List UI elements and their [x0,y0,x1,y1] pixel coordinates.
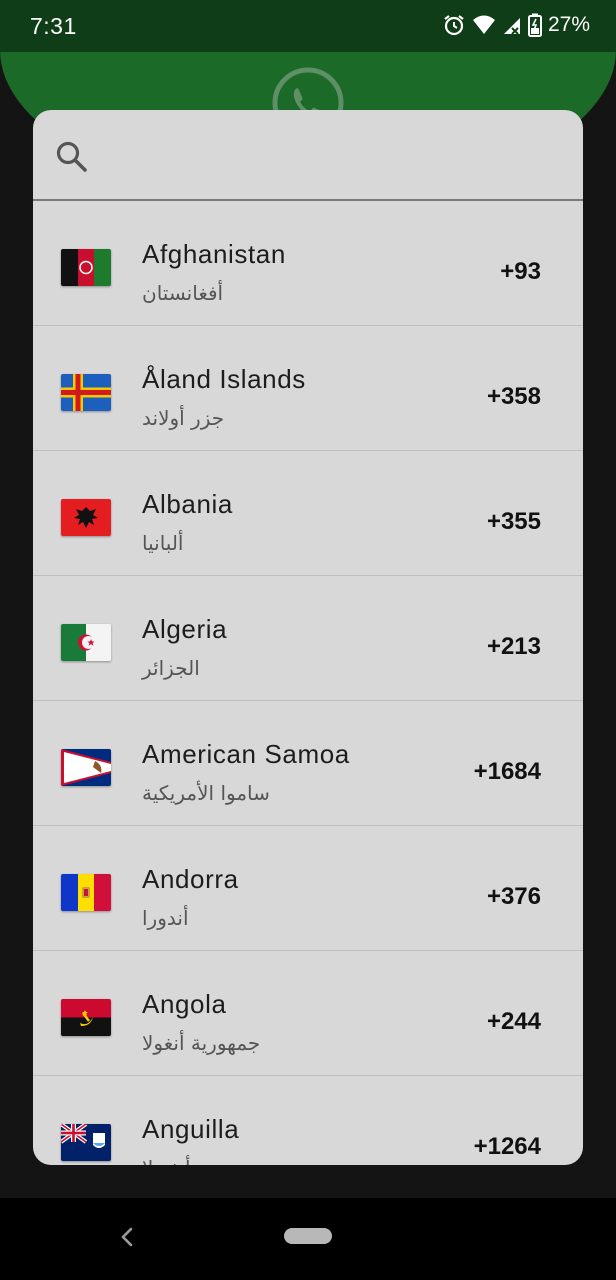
country-name: Anguilla [142,1114,240,1144]
country-local-name: الجزائر [142,656,200,680]
dial-code: +1684 [473,758,541,785]
country-local-name: جزر أولاند [142,406,225,430]
dial-code: +358 [486,383,541,410]
cell-signal-icon [503,18,520,35]
dial-code: +213 [486,633,541,660]
battery-percent: 27% [547,13,590,36]
country-row-aland-islands[interactable]: Åland Islands جزر أولاند +358 [33,326,583,451]
country-name: Afghanistan [142,239,286,269]
country-local-name: ساموا الأمريكية [142,781,270,805]
flag-american-samoa-icon [61,749,111,786]
battery-icon [527,13,542,37]
dial-code: +355 [486,508,541,535]
country-row-afghanistan[interactable]: Afghanistan أفغانستان +93 [33,201,583,326]
search-bar [33,110,583,201]
wifi-icon [472,15,495,34]
system-navigation-bar [0,1198,616,1280]
country-local-name: جمهورية أنغولا [142,1031,261,1055]
dial-code: +244 [486,1008,541,1035]
home-pill-button[interactable] [284,1228,332,1244]
country-name: American Samoa [142,739,350,769]
country-picker-dialog: Afghanistan أفغانستان +93 Åland Islands … [33,110,583,1165]
flag-anguilla-icon [61,1124,111,1161]
status-icons: 27% [442,13,590,37]
back-chevron-icon[interactable] [116,1222,138,1252]
dial-code: +1264 [473,1133,541,1160]
country-local-name: أفغانستان [142,281,224,305]
country-row-anguilla[interactable]: Anguilla أنغويلا +1264 [33,1076,583,1165]
country-row-american-samoa[interactable]: American Samoa ساموا الأمريكية +1684 [33,701,583,826]
country-name: Angola [142,989,227,1019]
dial-code: +93 [500,258,541,285]
country-row-angola[interactable]: Angola جمهورية أنغولا +244 [33,951,583,1076]
flag-andorra-icon [61,874,111,911]
status-bar: 7:31 27% [0,0,616,52]
country-row-andorra[interactable]: Andorra أندورا +376 [33,826,583,951]
country-name: Algeria [142,614,228,644]
flag-algeria-icon [61,624,111,661]
country-list[interactable]: Afghanistan أفغانستان +93 Åland Islands … [33,201,583,1165]
search-input[interactable] [107,132,561,182]
country-name: Andorra [142,864,239,894]
country-name: Åland Islands [142,364,306,394]
flag-afghanistan-icon [61,249,111,286]
country-local-name: ألبانيا [142,531,184,555]
dial-code: +376 [486,883,541,910]
flag-aland-islands-icon [61,374,111,411]
country-local-name: أنغويلا [142,1156,191,1165]
country-local-name: أندورا [142,906,189,930]
country-name: Albania [142,489,233,519]
flag-angola-icon [61,999,111,1036]
status-time: 7:31 [30,13,77,39]
country-row-algeria[interactable]: Algeria الجزائر +213 [33,576,583,701]
alarm-icon [444,15,464,36]
flag-albania-icon [61,499,111,536]
search-icon [56,141,87,172]
country-row-albania[interactable]: Albania ألبانيا +355 [33,451,583,576]
